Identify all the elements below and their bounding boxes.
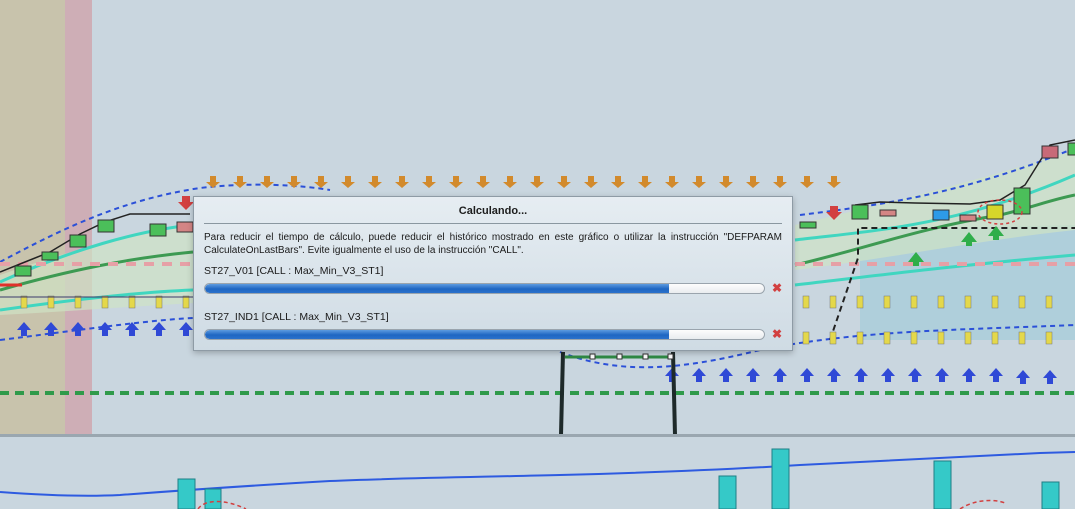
orange-arrow-icon [314, 176, 328, 188]
cancel-icon[interactable]: ✖ [772, 328, 782, 340]
orange-arrow-icon [395, 176, 409, 188]
yellow-marker [1018, 295, 1026, 309]
yellow-marker [829, 331, 837, 345]
orange-arrow-icon [584, 176, 598, 188]
yellow-marker [937, 331, 945, 345]
blue-arrow-icon [1016, 370, 1030, 384]
blue-arrow-icon [854, 368, 868, 382]
orange-arrow-icon [557, 176, 571, 188]
blue-arrow-icon [773, 368, 787, 382]
yellow-marker [964, 295, 972, 309]
yellow-marker [155, 295, 163, 309]
orange-arrow-icon [287, 176, 301, 188]
orange-arrow-icon [260, 176, 274, 188]
blue-arrow-icon [719, 368, 733, 382]
yellow-marker [802, 295, 810, 309]
yellow-marker [937, 295, 945, 309]
orange-arrow-icon [233, 176, 247, 188]
progress-bar-st27-ind1 [204, 329, 765, 340]
calculating-dialog: Calculando... Para reducir el tiempo de … [193, 196, 793, 351]
blue-arrow-icon [800, 368, 814, 382]
orange-arrow-icon [530, 176, 544, 188]
orange-arrow-icon [206, 176, 220, 188]
yellow-marker [883, 295, 891, 309]
yellow-marker [47, 295, 55, 309]
progress-fill [205, 330, 669, 339]
yellow-marker [1045, 295, 1053, 309]
yellow-marker [910, 295, 918, 309]
dialog-title: Calculando... [458, 205, 528, 217]
blue-arrow-icon [827, 368, 841, 382]
blue-arrow-icon [746, 368, 760, 382]
blue-arrow-icon [989, 368, 1003, 382]
orange-arrow-icon [665, 176, 679, 188]
orange-arrow-icon [503, 176, 517, 188]
session-zone-tan [0, 0, 65, 435]
orange-arrow-icon [773, 176, 787, 188]
orange-arrow-icon [422, 176, 436, 188]
blue-arrow-icon [908, 368, 922, 382]
blue-arrow-icon [881, 368, 895, 382]
blue-arrow-icon [935, 368, 949, 382]
blue-arrow-icon [1043, 370, 1057, 384]
blue-arrow-icon [98, 322, 112, 336]
yellow-marker [829, 295, 837, 309]
yellow-marker [1045, 331, 1053, 345]
task-label-st27-v01: ST27_V01 [CALL : Max_Min_V3_ST1] [204, 265, 384, 277]
progress-fill [205, 284, 669, 293]
yellow-marker [856, 331, 864, 345]
session-zone-pink [65, 0, 92, 435]
orange-arrow-icon [476, 176, 490, 188]
cancel-icon[interactable]: ✖ [772, 282, 782, 294]
title-divider [204, 223, 782, 224]
yellow-marker [74, 295, 82, 309]
blue-arrow-icon [179, 322, 193, 336]
orange-arrow-icon [719, 176, 733, 188]
blue-arrow-icon [962, 368, 976, 382]
orange-arrow-icon [368, 176, 382, 188]
yellow-marker [856, 295, 864, 309]
yellow-marker [101, 295, 109, 309]
yellow-marker [991, 331, 999, 345]
orange-arrow-icon [746, 176, 760, 188]
yellow-marker [182, 295, 190, 309]
task-label-st27-ind1: ST27_IND1 [CALL : Max_Min_V3_ST1] [204, 311, 389, 323]
blue-arrow-icon [152, 322, 166, 336]
blue-arrow-icon [692, 368, 706, 382]
yellow-marker [802, 331, 810, 345]
yellow-marker [20, 295, 28, 309]
orange-arrow-icon [638, 176, 652, 188]
progress-bar-st27-v01 [204, 283, 765, 294]
dialog-message: Para reducir el tiempo de cálculo, puede… [204, 232, 782, 256]
orange-arrow-icon [611, 176, 625, 188]
orange-arrow-icon [341, 176, 355, 188]
orange-arrow-icon [449, 176, 463, 188]
yellow-marker [910, 331, 918, 345]
yellow-marker [883, 331, 891, 345]
indicator-pane[interactable] [0, 437, 1075, 509]
orange-arrow-icon [692, 176, 706, 188]
orange-arrow-icon [800, 176, 814, 188]
yellow-marker [991, 295, 999, 309]
yellow-marker [1018, 331, 1026, 345]
yellow-marker [964, 331, 972, 345]
yellow-marker [128, 295, 136, 309]
orange-arrow-icon [827, 176, 841, 188]
